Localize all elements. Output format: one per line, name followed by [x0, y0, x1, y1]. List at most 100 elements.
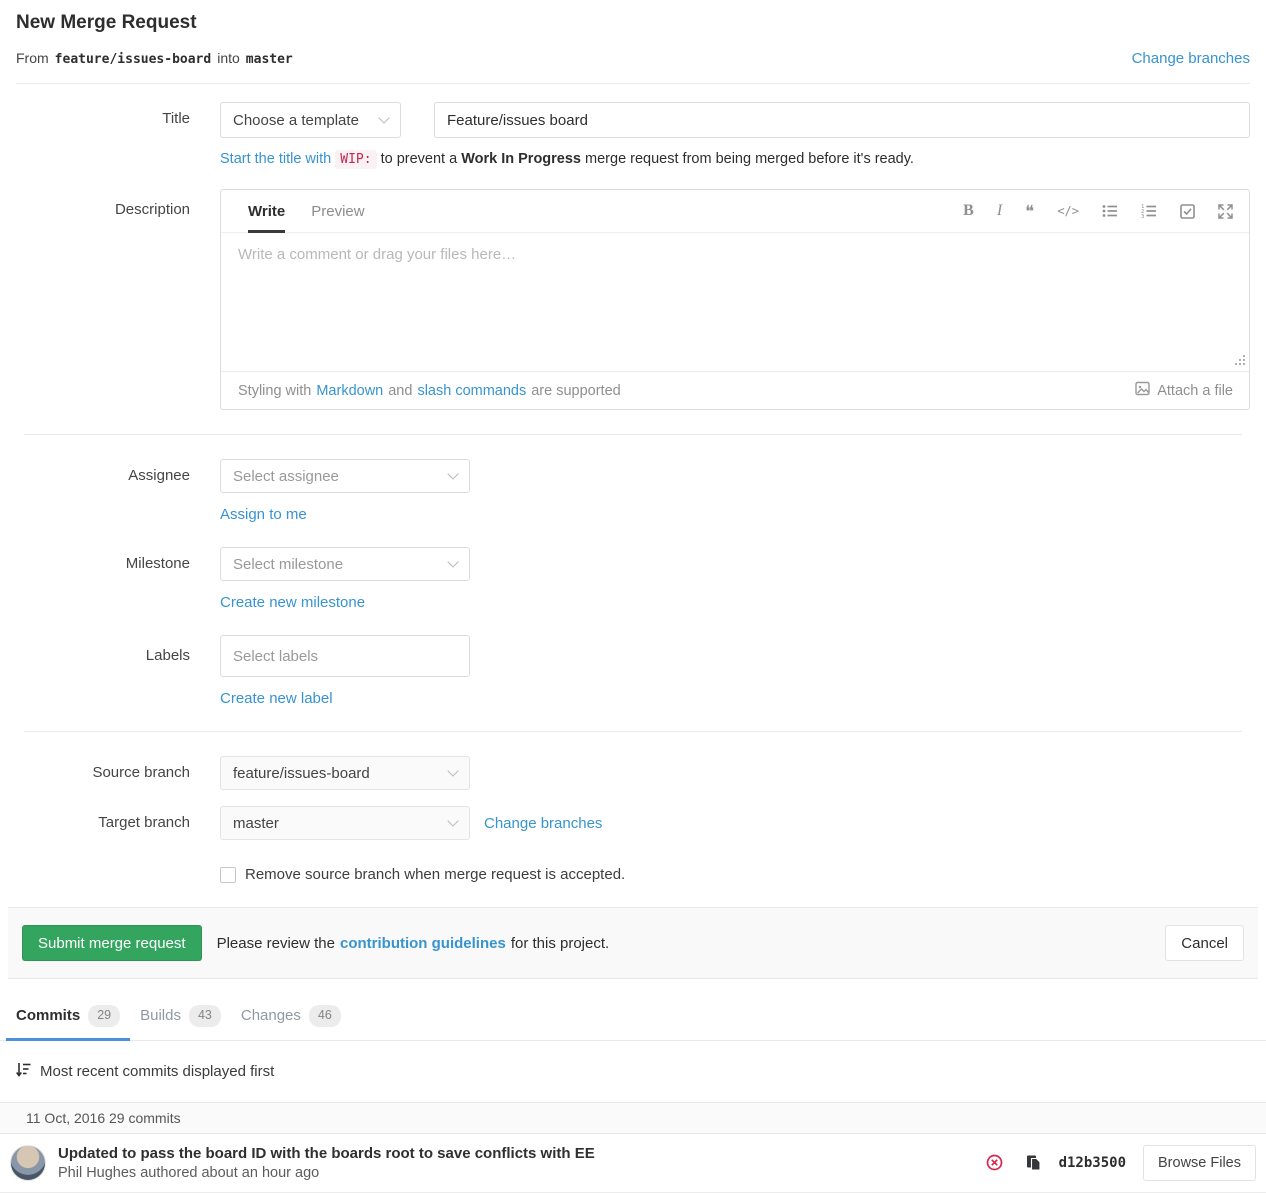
- cancel-button[interactable]: Cancel: [1165, 925, 1244, 961]
- assignee-row: Assignee Select assignee Assign to me: [16, 459, 1250, 523]
- title-input[interactable]: [434, 102, 1250, 138]
- fullscreen-icon[interactable]: [1218, 204, 1233, 219]
- copy-sha-icon[interactable]: [1026, 1155, 1041, 1171]
- commit-author-line: Phil Hughes authored about an hour ago: [58, 1165, 986, 1181]
- page-header: New Merge Request From feature/issues-bo…: [0, 0, 1266, 84]
- section-divider: [24, 731, 1242, 732]
- and-text: and: [388, 383, 412, 399]
- quote-icon[interactable]: ❝: [1025, 203, 1034, 220]
- change-branches-link[interactable]: Change branches: [1132, 50, 1250, 67]
- chevron-down-icon: [447, 556, 458, 567]
- contribution-guidelines-link[interactable]: contribution guidelines: [340, 935, 506, 952]
- tab-preview[interactable]: Preview: [311, 190, 364, 233]
- branch-summary: From feature/issues-board into master Ch…: [16, 50, 1250, 84]
- hint-bold-text: Work In Progress: [461, 151, 581, 167]
- create-label-link[interactable]: Create new label: [220, 690, 333, 707]
- wip-code: WIP:: [335, 150, 376, 169]
- target-branch-name: master: [246, 52, 293, 67]
- title-hint: Start the title with WIP: to prevent a W…: [220, 151, 1250, 167]
- submit-merge-request-button[interactable]: Submit merge request: [22, 925, 202, 961]
- tab-builds-badge: 43: [189, 1005, 221, 1027]
- attach-file-button[interactable]: Attach a file: [1135, 381, 1233, 400]
- sort-descending-icon: [16, 1062, 31, 1081]
- are-supported-text: are supported: [531, 383, 620, 399]
- tab-write[interactable]: Write: [248, 190, 285, 233]
- tab-builds[interactable]: Builds 43: [130, 991, 231, 1041]
- tab-changes-badge: 46: [309, 1005, 341, 1027]
- source-branch-label: Source branch: [16, 756, 190, 790]
- into-label: into: [217, 50, 240, 66]
- review-note: Please review the contribution guideline…: [217, 935, 610, 952]
- wip-hint-link[interactable]: Start the title with: [220, 151, 331, 167]
- assign-to-me-link[interactable]: Assign to me: [220, 506, 307, 523]
- mr-tabs: Commits 29 Builds 43 Changes 46: [0, 991, 1266, 1041]
- description-textarea[interactable]: [221, 233, 1249, 371]
- description-row: Description Write Preview B I ❝ </>: [16, 189, 1250, 410]
- labels-input[interactable]: [220, 635, 470, 677]
- from-label: From: [16, 50, 49, 66]
- milestone-select-text: Select milestone: [233, 556, 343, 573]
- title-label: Title: [16, 102, 190, 167]
- ci-status-failed-icon[interactable]: [986, 1154, 1003, 1171]
- target-branch-row: Target branch master Change branches: [16, 806, 1250, 840]
- source-branch-row: Source branch feature/issues-board: [16, 756, 1250, 790]
- styling-with-text: Styling with: [238, 383, 311, 399]
- choose-template-dropdown[interactable]: Choose a template: [220, 102, 401, 138]
- task-list-icon[interactable]: [1180, 204, 1195, 219]
- tab-builds-label: Builds: [140, 1007, 181, 1024]
- create-milestone-link[interactable]: Create new milestone: [220, 594, 365, 611]
- chevron-down-icon: [447, 468, 458, 479]
- hint-mid-text: to prevent a: [381, 151, 458, 167]
- tab-commits-label: Commits: [16, 1007, 80, 1024]
- remove-source-branch-label: Remove source branch when merge request …: [245, 866, 625, 883]
- avatar[interactable]: [10, 1145, 46, 1181]
- page-title: New Merge Request: [16, 12, 1250, 34]
- chevron-down-icon: [447, 765, 458, 776]
- code-icon[interactable]: </>: [1057, 204, 1079, 218]
- commits-group-header: 11 Oct, 2016 29 commits: [0, 1102, 1266, 1134]
- resize-grip[interactable]: [1234, 353, 1246, 369]
- labels-row: Labels Create new label: [16, 635, 1250, 707]
- commit-sha[interactable]: d12b3500: [1059, 1155, 1126, 1171]
- milestone-row: Milestone Select milestone Create new mi…: [16, 547, 1250, 611]
- chevron-down-icon: [378, 112, 389, 123]
- assignee-select-text: Select assignee: [233, 468, 339, 485]
- milestone-select[interactable]: Select milestone: [220, 547, 470, 581]
- svg-text:3: 3: [1141, 214, 1144, 219]
- slash-commands-link[interactable]: slash commands: [417, 383, 526, 399]
- change-branches-link-inline[interactable]: Change branches: [484, 815, 602, 832]
- milestone-label: Milestone: [16, 547, 190, 611]
- tab-commits[interactable]: Commits 29: [6, 991, 130, 1041]
- assignee-label: Assignee: [16, 459, 190, 523]
- source-branch-select[interactable]: feature/issues-board: [220, 756, 470, 790]
- commit-title[interactable]: Updated to pass the board ID with the bo…: [58, 1145, 986, 1162]
- title-row: Title Choose a template Start the title …: [16, 102, 1250, 167]
- hint-tail-text: merge request from being merged before i…: [585, 151, 914, 167]
- target-branch-select-text: master: [233, 815, 279, 832]
- tab-changes-label: Changes: [241, 1007, 301, 1024]
- attach-image-icon: [1135, 381, 1150, 400]
- target-branch-label: Target branch: [16, 806, 190, 840]
- italic-icon[interactable]: I: [997, 202, 1002, 220]
- remove-source-branch-checkbox[interactable]: [220, 867, 236, 883]
- commit-row: Updated to pass the board ID with the bo…: [0, 1134, 1266, 1193]
- source-branch-name: feature/issues-board: [55, 52, 212, 67]
- template-dropdown-text: Choose a template: [233, 112, 359, 129]
- description-label: Description: [16, 189, 190, 410]
- markdown-link[interactable]: Markdown: [316, 383, 383, 399]
- numbered-list-icon[interactable]: 123: [1141, 203, 1157, 219]
- assignee-select[interactable]: Select assignee: [220, 459, 470, 493]
- browse-files-button[interactable]: Browse Files: [1143, 1145, 1256, 1181]
- chevron-down-icon: [447, 815, 458, 826]
- review-post-text: for this project.: [511, 935, 609, 952]
- attach-file-label: Attach a file: [1157, 383, 1233, 399]
- bold-icon[interactable]: B: [963, 202, 974, 220]
- section-divider: [24, 434, 1242, 435]
- target-branch-select[interactable]: master: [220, 806, 470, 840]
- tab-changes[interactable]: Changes 46: [231, 991, 351, 1041]
- form-actions-bar: Submit merge request Please review the c…: [8, 907, 1258, 979]
- labels-label: Labels: [16, 635, 190, 707]
- bullet-list-icon[interactable]: [1102, 203, 1118, 219]
- markdown-editor: Write Preview B I ❝ </> 123: [220, 189, 1250, 410]
- markdown-toolbar: B I ❝ </> 123: [963, 190, 1233, 232]
